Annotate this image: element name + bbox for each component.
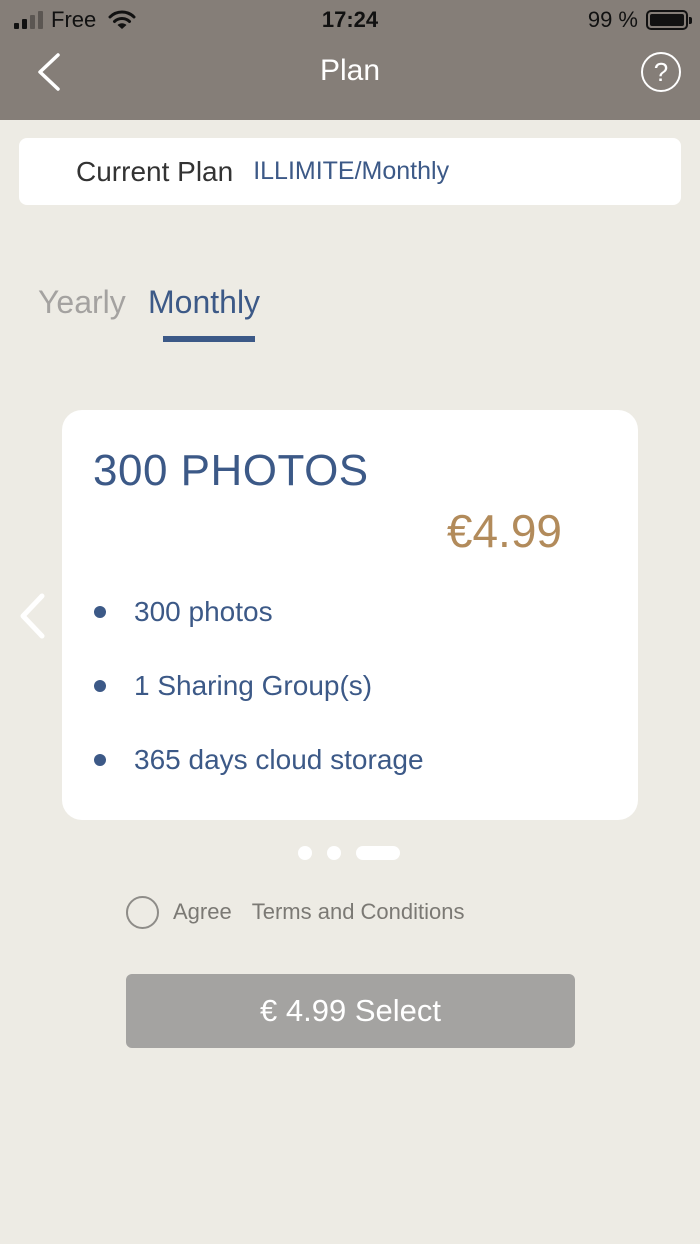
battery-icon: [646, 10, 692, 30]
page-title: Plan: [319, 54, 381, 87]
current-plan-value: ILLIMITE/Monthly: [253, 157, 450, 185]
bullet-icon: [94, 606, 106, 618]
header: Free 17:24 99 % Plan ?: [0, 0, 700, 120]
terms-link[interactable]: Terms and Conditions: [252, 899, 465, 925]
page-indicator: [298, 846, 400, 860]
battery-group: 99 %: [587, 7, 692, 33]
status-bar: Free 17:24 99 %: [0, 0, 700, 40]
current-plan-label: Current Plan: [76, 155, 234, 187]
agree-row: Agree Terms and Conditions: [126, 895, 465, 929]
page-dot-active[interactable]: [356, 846, 400, 860]
plan-screen: Free 17:24 99 % Plan ? Current Plan ILLI…: [0, 0, 700, 1244]
help-icon[interactable]: ?: [641, 52, 681, 92]
plan-price: €4.99: [446, 505, 562, 557]
feature-text: 365 days cloud storage: [134, 744, 424, 775]
feature-item: 300 photos: [92, 592, 424, 666]
plan-title: 300 PHOTOS: [93, 446, 369, 495]
page-dot[interactable]: [298, 846, 312, 860]
previous-plan-chevron-icon[interactable]: [16, 592, 48, 640]
tab-yearly[interactable]: Yearly: [38, 284, 126, 321]
plan-features: 300 photos 1 Sharing Group(s) 365 days c…: [92, 592, 424, 814]
tab-monthly[interactable]: Monthly: [148, 284, 260, 321]
agree-label: Agree: [173, 899, 232, 924]
feature-item: 365 days cloud storage: [92, 740, 424, 814]
navigation-bar: Plan ?: [0, 40, 700, 120]
feature-text: 1 Sharing Group(s): [134, 670, 373, 701]
select-plan-button[interactable]: € 4.99 Select: [126, 974, 575, 1048]
active-tab-indicator: [163, 336, 255, 342]
bullet-icon: [94, 754, 106, 766]
battery-percent: 99 %: [587, 7, 638, 32]
feature-text: 300 photos: [134, 596, 273, 627]
bullet-icon: [94, 680, 106, 692]
page-dot[interactable]: [327, 846, 341, 860]
agree-radio[interactable]: [126, 895, 159, 929]
current-plan-bar: Current Plan ILLIMITE/Monthly: [19, 138, 681, 205]
plan-card[interactable]: 300 PHOTOS €4.99 300 photos 1 Sharing Gr…: [62, 410, 638, 820]
feature-item: 1 Sharing Group(s): [92, 666, 424, 740]
